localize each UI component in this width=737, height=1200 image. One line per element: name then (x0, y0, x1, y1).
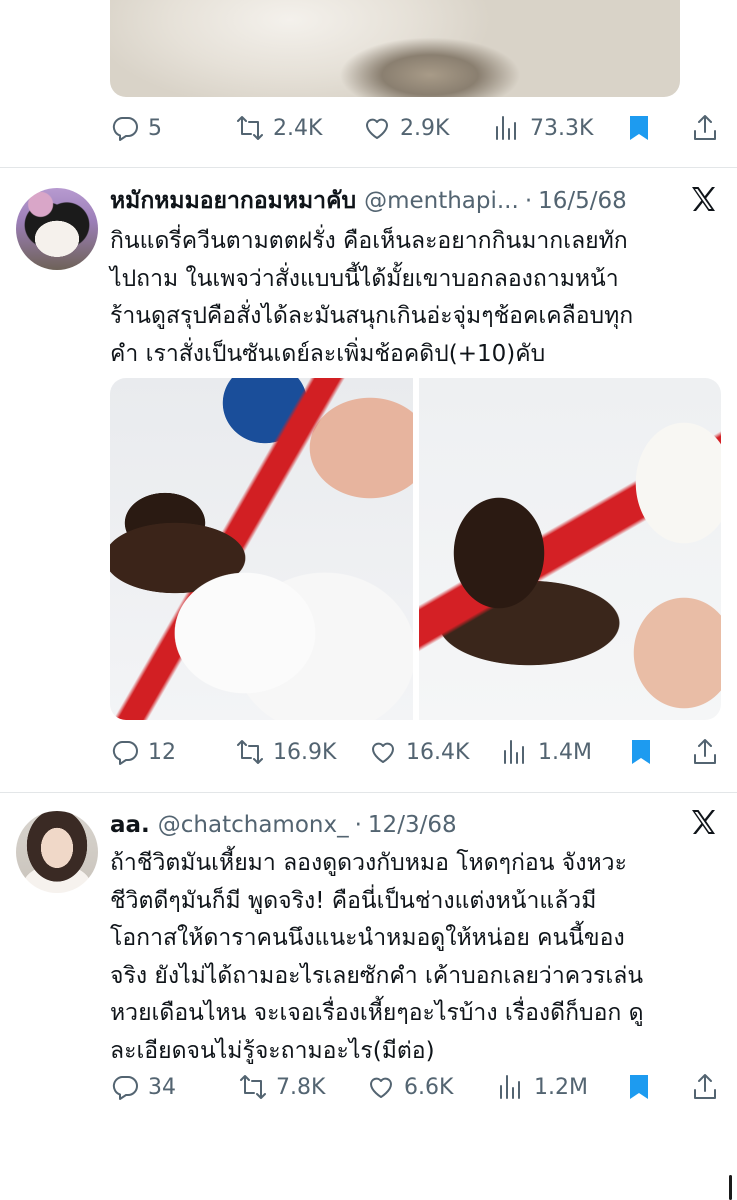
heart-icon (372, 742, 394, 763)
like-count: 16.4K (406, 739, 470, 765)
reply-count: 34 (148, 1074, 176, 1100)
tweet-text-line: ชีวิตดีๆมันก็มี พูดจริง! คือนี่เป็นช่างแ… (110, 887, 597, 914)
grok-button[interactable] (688, 184, 722, 218)
share-icon (694, 115, 716, 140)
tweet-text-line: ไปถาม ในเพจว่าสั่งแบบนี้ได้มั้ยเขาบอกลอง… (110, 265, 619, 292)
share-icon (694, 1074, 716, 1099)
views-count: 1.4M (538, 739, 592, 765)
like-button[interactable]: 2.9K (362, 111, 449, 145)
tweet-3-text: ถ้าชีวิตมันเหี้ยมา ลองดูดวงกับหมอ โหดๆก่… (110, 845, 722, 1070)
share-button[interactable] (690, 111, 720, 145)
tweet-2-photo-1[interactable] (110, 378, 413, 720)
share-icon (694, 739, 716, 764)
tweet-divider (0, 792, 737, 793)
retweet-count: 2.4K (273, 115, 323, 141)
reply-icon (112, 1076, 138, 1100)
reply-icon (112, 741, 138, 765)
tweet-text-line: ร้านดูสรุปคือสั่งได้ละมันสนุกเกินอ่ะจุ่ม… (110, 303, 634, 329)
tweet-text-line: กินแดรี่ควีนตามตตฝรั่ง คือเห็นละอยากกินม… (110, 228, 628, 254)
reply-button[interactable]: 5 (110, 111, 162, 145)
tweet-1-action-bar: 5 2.4K 2.9K 73.3K (110, 111, 722, 145)
views-icon (504, 740, 524, 764)
tweet-text-line: คำ เราสั่งเป็นซันเดย์ละเพิ่มช้อคดิป(+10)… (110, 340, 546, 367)
scrollbar[interactable] (729, 1175, 732, 1200)
retweet-icon (240, 1075, 266, 1099)
tweet-3-action-bar: 34 7.8K 6.6K 1.2M (110, 1070, 722, 1104)
reply-count: 5 (148, 115, 162, 141)
tweet-2-text: กินแดรี่ควีนตามตตฝรั่ง คือเห็นละอยากกินม… (110, 223, 722, 373)
tweet-2-photo-2[interactable] (418, 378, 721, 720)
bookmark-icon (632, 740, 650, 764)
tweet-2-header: หมักหมมอยากอมหมาคับ @menthapi... · 16/5/… (110, 184, 627, 218)
retweet-button[interactable]: 2.4K (235, 111, 322, 145)
tweet-3-header: aa. @chatchamonx_ · 12/3/68 (110, 808, 457, 842)
tweet-text-line: ละเอียดจนไม่รู้จะถามอะไร(มีต่อ) (110, 1037, 435, 1064)
bookmark-icon (630, 116, 648, 140)
retweet-count: 16.9K (273, 739, 337, 765)
tweet-date[interactable]: 12/3/68 (368, 812, 457, 838)
tweet-text-line: ถ้าชีวิตมันเหี้ยมา ลองดูดวงกับหมอ โหดๆก่… (110, 850, 627, 876)
avatar[interactable] (16, 811, 98, 893)
display-name[interactable]: หมักหมมอยากอมหมาคับ (110, 183, 356, 219)
display-name[interactable]: aa. (110, 812, 150, 838)
views-icon (500, 1075, 520, 1099)
tweet-text-line: หวยเดือนไหน จะเจอเรื่องเหี้ยๆอะไรบ้าง เร… (110, 1000, 644, 1026)
tweet-divider (0, 167, 737, 168)
x-logo-icon (692, 187, 715, 211)
views-count: 73.3K (530, 115, 594, 141)
bookmark-icon (630, 1075, 648, 1099)
retweet-button[interactable]: 16.9K (235, 735, 336, 769)
avatar[interactable] (16, 188, 98, 270)
retweet-button[interactable]: 7.8K (238, 1070, 325, 1104)
like-count: 2.9K (400, 115, 450, 141)
retweet-count: 7.8K (276, 1074, 326, 1100)
user-handle[interactable]: @chatchamonx_ (158, 812, 349, 838)
like-button[interactable]: 16.4K (368, 735, 469, 769)
tweet-2-media-grid (110, 378, 721, 720)
retweet-icon (237, 740, 263, 764)
reply-button[interactable]: 34 (110, 1070, 176, 1104)
views-count: 1.2M (534, 1074, 588, 1100)
heart-icon (370, 1077, 392, 1098)
heart-icon (366, 118, 388, 139)
reply-count: 12 (148, 739, 176, 765)
separator-dot: · (354, 812, 362, 838)
separator-dot: · (524, 188, 533, 214)
tweet-text-line: โอกาสให้ดาราคนนึงแนะนำหมอดูให้หน่อย คนนี… (110, 925, 625, 951)
views-button[interactable]: 73.3K (492, 111, 593, 145)
like-button[interactable]: 6.6K (366, 1070, 453, 1104)
grok-button[interactable] (688, 807, 722, 841)
views-button[interactable]: 1.2M (496, 1070, 588, 1104)
reply-button[interactable]: 12 (110, 735, 176, 769)
tweet-text-line: จริง ยังไม่ได้ถามอะไรเลยซักคำ เค้าบอกเลย… (110, 962, 644, 989)
tweet-1-media-image[interactable] (110, 0, 680, 97)
tweet-2-action-bar: 12 16.9K 16.4K 1.4M (110, 735, 722, 769)
like-count: 6.6K (404, 1074, 454, 1100)
share-button[interactable] (690, 1070, 720, 1104)
views-button[interactable]: 1.4M (500, 735, 592, 769)
views-icon (496, 116, 516, 140)
tweet-date[interactable]: 16/5/68 (538, 188, 627, 214)
retweet-icon (237, 116, 263, 140)
bookmark-button[interactable] (624, 1070, 654, 1104)
share-button[interactable] (690, 735, 720, 769)
reply-icon (112, 117, 138, 141)
user-handle[interactable]: @menthapi... (364, 188, 519, 214)
bookmark-button[interactable] (624, 111, 654, 145)
bookmark-button[interactable] (626, 735, 656, 769)
x-logo-icon (692, 810, 715, 834)
